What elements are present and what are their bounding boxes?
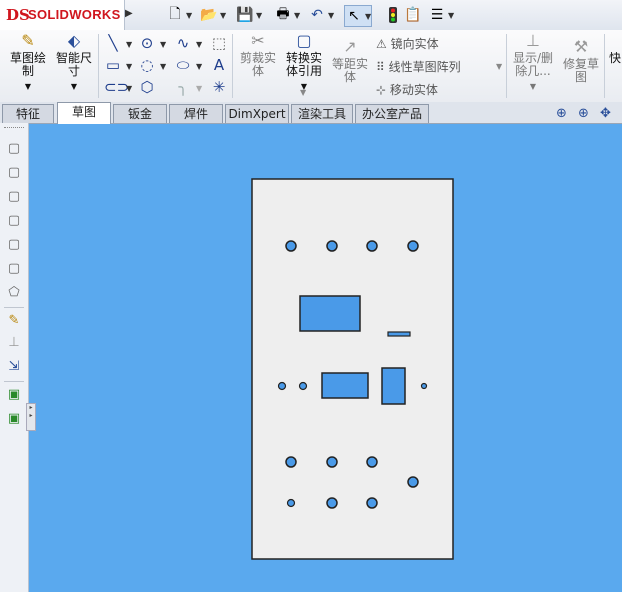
hole-circle[interactable] [407,240,419,252]
hole-circle[interactable] [366,456,378,468]
rect-cutout[interactable] [299,295,361,332]
hole-circle[interactable] [366,497,378,509]
hole-circle[interactable] [286,498,296,508]
hole-circle[interactable] [326,240,338,252]
hole-circle[interactable] [326,456,338,468]
hole-circle[interactable] [285,240,297,252]
slot-cutout[interactable] [387,331,411,337]
hole-circle[interactable] [277,381,287,391]
hole-circle[interactable] [285,456,297,468]
plate-outline[interactable] [251,178,454,560]
hole-circle[interactable] [407,476,419,488]
hole-circle[interactable] [366,240,378,252]
hole-circle[interactable] [298,381,308,391]
hole-circle[interactable] [420,382,428,390]
rect-cutout[interactable] [321,372,369,399]
hole-circle[interactable] [326,497,338,509]
graphics-area[interactable] [0,0,622,592]
rect-cutout[interactable] [381,367,406,405]
